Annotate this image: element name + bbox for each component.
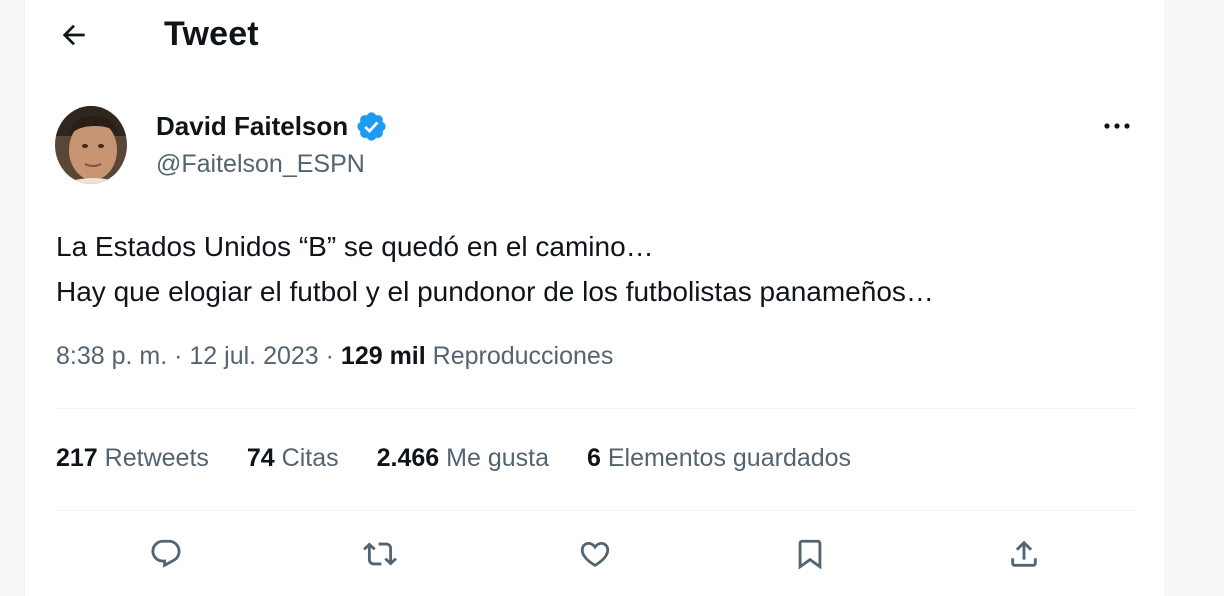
retweet-button[interactable] xyxy=(356,530,404,578)
bookmark-icon xyxy=(798,539,822,570)
stat-count: 217 xyxy=(56,444,98,472)
meta-separator: · xyxy=(174,342,183,370)
like-button[interactable] xyxy=(571,530,619,578)
stat-retweets[interactable]: 217 Retweets xyxy=(56,444,209,473)
tweet-meta: 8:38 p. m. · 12 jul. 2023 · 129 mil Repr… xyxy=(56,342,613,371)
tweet-text: La Estados Unidos “B” se quedó en el cam… xyxy=(56,231,934,307)
action-bar xyxy=(25,530,1165,580)
author-display-name[interactable]: David Faitelson xyxy=(156,111,348,142)
meta-separator: · xyxy=(325,342,334,370)
verified-badge-icon xyxy=(357,112,386,141)
more-options-button[interactable] xyxy=(1097,108,1137,144)
views-label: Reproducciones xyxy=(432,342,614,370)
avatar[interactable] xyxy=(55,106,127,184)
stat-label: Citas xyxy=(281,444,339,472)
arrow-left-icon xyxy=(62,24,85,46)
back-button[interactable] xyxy=(53,14,95,56)
like-heart-icon xyxy=(580,541,610,567)
reply-button[interactable] xyxy=(142,530,190,578)
more-dots-icon xyxy=(1104,123,1130,129)
stat-likes[interactable]: 2.466 Me gusta xyxy=(377,444,549,473)
tweet-time[interactable]: 8:38 p. m. xyxy=(56,342,167,370)
bookmark-button[interactable] xyxy=(786,530,834,578)
stat-bookmarks[interactable]: 6 Elementos guardados xyxy=(587,444,851,473)
stat-count: 2.466 xyxy=(376,444,440,472)
share-button[interactable] xyxy=(1000,530,1048,578)
stat-label: Retweets xyxy=(104,444,209,472)
author-handle[interactable]: @Faitelson_ESPN xyxy=(156,150,365,179)
tweet-date[interactable]: 12 jul. 2023 xyxy=(189,342,318,370)
reply-icon xyxy=(151,539,181,568)
divider xyxy=(56,510,1137,511)
divider xyxy=(56,408,1137,409)
page-title: Tweet xyxy=(164,15,259,53)
engagement-stats: 217 Retweets 74 Citas 2.466 Me gusta 6 E… xyxy=(56,444,889,473)
retweet-icon xyxy=(363,542,397,566)
stat-quotes[interactable]: 74 Citas xyxy=(247,444,339,473)
page-header: Tweet xyxy=(25,0,1165,72)
stat-count: 6 xyxy=(586,444,601,472)
tweet-detail-panel: Tweet David Faitelson @Faitelson_ESPN La… xyxy=(24,0,1166,596)
author-name-row: David Faitelson xyxy=(156,110,388,143)
stat-count: 74 xyxy=(246,444,275,472)
stat-label: Me gusta xyxy=(446,444,549,472)
views-count: 129 mil xyxy=(340,342,426,370)
stat-label: Elementos guardados xyxy=(607,444,852,472)
share-icon xyxy=(1011,540,1037,567)
